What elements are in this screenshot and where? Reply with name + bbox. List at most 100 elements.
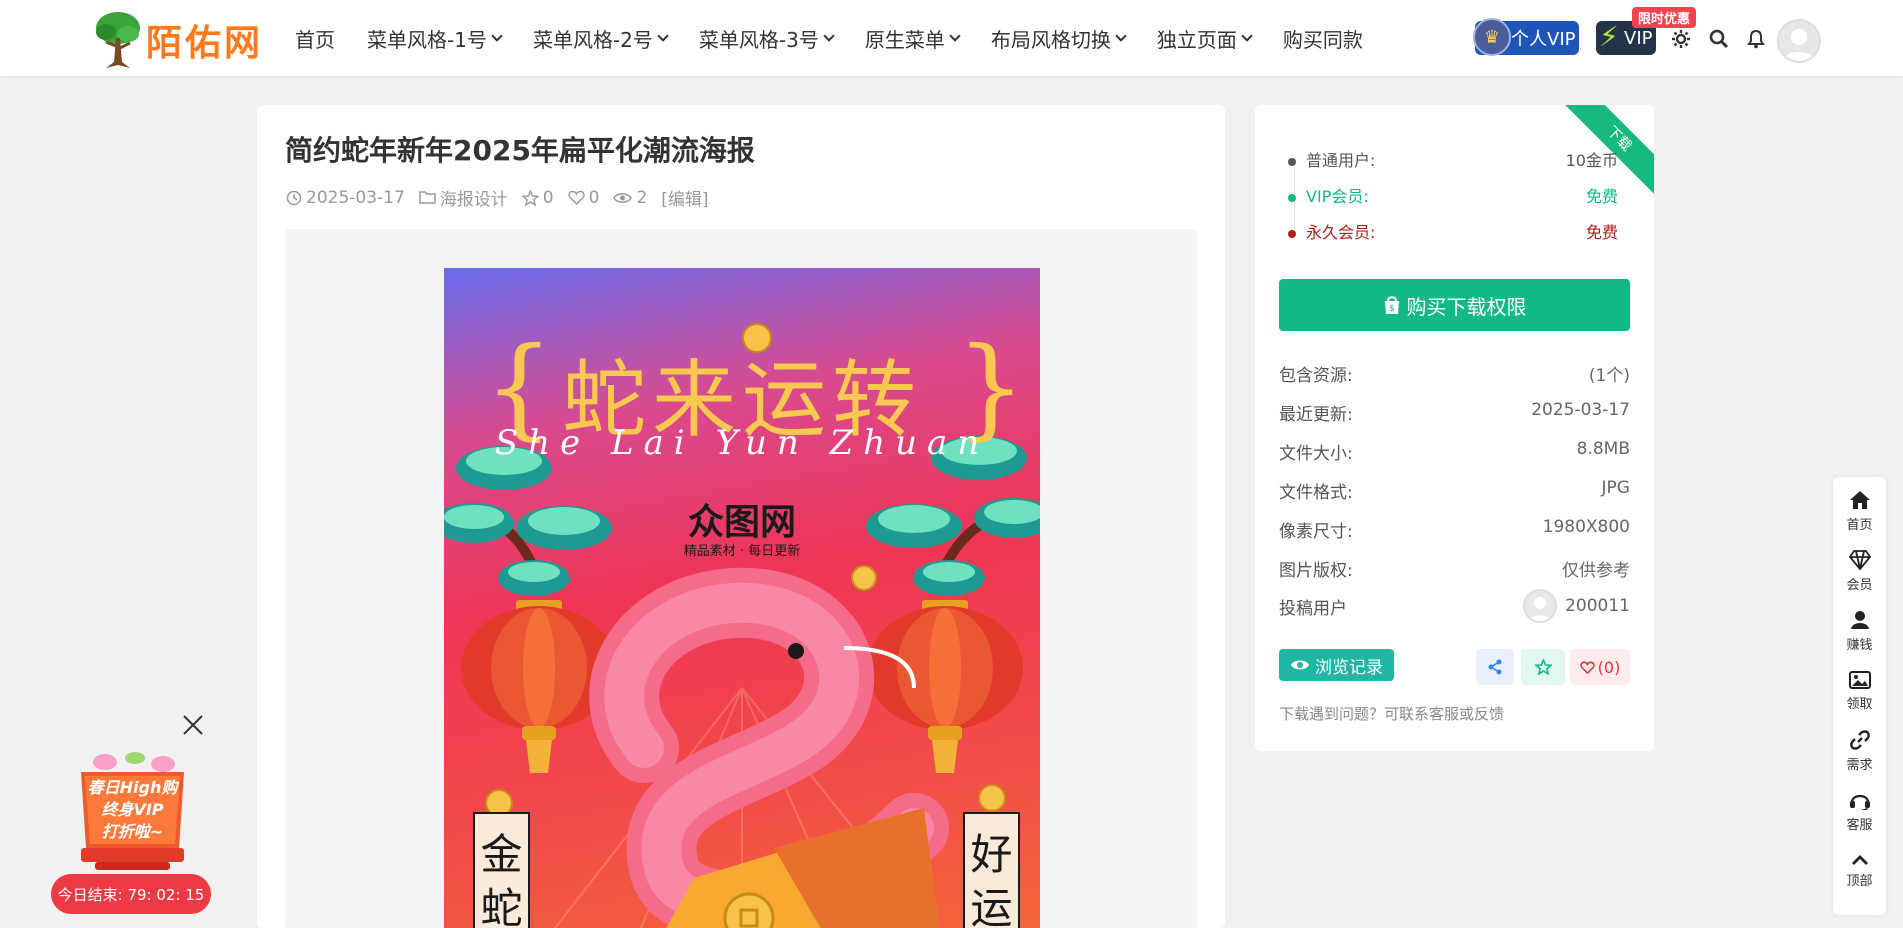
promo-line-3: 打折啦~ [101, 822, 164, 841]
nav-item-standalone-pages[interactable]: 独立页面 [1157, 24, 1253, 53]
star-icon [1534, 659, 1552, 675]
post-date: 2025-03-17 [286, 188, 405, 208]
dot-icon [1288, 193, 1296, 202]
eye-icon [1291, 660, 1309, 670]
float-label: 客服 [1846, 817, 1873, 833]
nav-item-home[interactable]: 首页 [295, 24, 335, 53]
post-category-text: 海报设计 [439, 190, 508, 210]
poster-left-banner: 金蛇 [480, 830, 523, 928]
eye-icon [613, 192, 633, 203]
nav-item-native-menu[interactable]: 原生菜单 [864, 24, 961, 53]
uploader-link[interactable]: 200011 [1523, 589, 1630, 623]
float-earn-button[interactable]: 赚钱 [1833, 602, 1886, 660]
bell-icon[interactable] [1745, 28, 1767, 50]
like-button[interactable]: (0) [1570, 649, 1630, 685]
chevron-down-icon [491, 29, 503, 42]
browse-history-label: 浏览记录 [1315, 657, 1383, 678]
edit-link[interactable]: [编辑] [661, 185, 708, 210]
info-row-uploader: 投稿用户 200011 [1279, 589, 1630, 623]
download-card: 下载 普通用户: 10金币 VIP会员: 免费 永久会员: 免费 $ 购买下载权… [1255, 105, 1654, 751]
post-stars-count: 0 [542, 187, 554, 208]
float-claim-button[interactable]: 领取 [1833, 662, 1886, 720]
theme-toggle-icon[interactable] [1670, 28, 1692, 50]
dot-icon [1288, 229, 1296, 238]
chevron-up-icon [1851, 854, 1868, 865]
article-card: 简约蛇年新年2025年扁平化潮流海报 2025-03-17 海报设计 0 0 2… [257, 105, 1225, 928]
post-stars[interactable]: 0 [521, 187, 554, 208]
nav-label: 菜单风格-1号 [367, 27, 487, 52]
price-label-normal: 普通用户: [1288, 147, 1375, 171]
share-button[interactable] [1476, 649, 1514, 685]
info-row-resources: 包含资源: (1个) [1279, 361, 1630, 386]
nav-item-buy-same[interactable]: 购买同款 [1283, 24, 1363, 53]
info-label: 最近更新: [1279, 405, 1353, 425]
info-value: (1个) [1588, 366, 1630, 386]
search-icon[interactable] [1708, 28, 1730, 50]
heart-icon [1579, 661, 1595, 674]
promo-countdown[interactable]: 今日结束: 79: 02: 15 [51, 874, 211, 914]
info-row-updated: 最近更新: 2025-03-17 [1279, 400, 1630, 425]
post-category[interactable]: 海报设计 [419, 185, 508, 210]
personal-vip-label: 个人VIP [1511, 29, 1576, 50]
float-home-button[interactable]: 首页 [1833, 482, 1886, 540]
float-label: 首页 [1846, 517, 1873, 533]
post-likes-count: 0 [588, 187, 600, 208]
favorite-button[interactable] [1521, 649, 1565, 685]
post-views-count: 2 [636, 187, 648, 208]
chevron-down-icon [823, 29, 835, 42]
like-count: (0) [1597, 657, 1621, 677]
info-row-copyright: 图片版权: 仅供参考 [1279, 556, 1630, 581]
promo-line-2: 终身VIP [101, 800, 164, 819]
image-icon [1848, 670, 1871, 689]
browse-history-button[interactable]: 浏览记录 [1279, 649, 1394, 681]
price-row-normal: 普通用户: 10金币 [1288, 147, 1618, 171]
nav-item-menu-style-1[interactable]: 菜单风格-1号 [367, 24, 503, 53]
info-value: 仅供参考 [1562, 561, 1630, 581]
float-vip-button[interactable]: 会员 [1833, 542, 1886, 600]
info-label: 文件格式: [1279, 483, 1353, 503]
price-value-normal: 10金币 [1565, 151, 1618, 170]
nav-label: 购买同款 [1282, 27, 1363, 52]
price-label-lifetime: 永久会员: [1288, 219, 1375, 243]
shopping-bag-icon: $ [1384, 296, 1399, 314]
info-label: 投稿用户 [1279, 598, 1347, 619]
promo-close-icon[interactable] [180, 712, 206, 738]
info-value: 8.8MB [1576, 439, 1630, 459]
right-float-toolbar: 首页 会员 赚钱 领取 需求 客服 顶部 [1833, 477, 1886, 915]
price-value-lifetime: 免费 [1585, 223, 1618, 242]
headset-icon [1849, 794, 1870, 810]
float-request-button[interactable]: 需求 [1833, 722, 1886, 780]
personal-vip-button[interactable]: ♛ 个人VIP [1473, 18, 1579, 56]
svg-text:$: $ [1389, 304, 1395, 314]
post-likes[interactable]: 0 [568, 187, 600, 208]
limited-offer-badge: 限时优惠 [1632, 7, 1697, 28]
poster-image[interactable]: 蛇来运转 { } She Lai Yun Zhuan 众图网 精品素材 · 每日… [444, 268, 1040, 928]
nav-item-menu-style-2[interactable]: 菜单风格-2号 [533, 24, 669, 53]
lightning-icon: ⚡ [1599, 20, 1619, 53]
default-avatar-icon [1783, 29, 1815, 61]
info-row-file-size: 文件大小: 8.8MB [1279, 439, 1630, 464]
price-value-vip: 免费 [1585, 187, 1618, 206]
float-label: 会员 [1846, 577, 1873, 593]
main-nav: 首页 菜单风格-1号 菜单风格-2号 菜单风格-3号 原生菜单 布局风格切换 独… [295, 0, 1395, 76]
float-top-button[interactable]: 顶部 [1833, 842, 1886, 900]
chevron-down-icon [1115, 29, 1127, 42]
site-logo[interactable]: 陌佑网 [92, 10, 272, 70]
post-views: 2 [613, 188, 647, 208]
download-help-text[interactable]: 下载遇到问题？可联系客服或反馈 [1279, 703, 1504, 724]
poster-right-banner: 好运 [970, 830, 1013, 928]
nav-label: 原生菜单 [864, 27, 945, 52]
info-label: 图片版权: [1279, 561, 1353, 581]
buy-download-button[interactable]: $ 购买下载权限 [1279, 279, 1630, 331]
tree-logo-icon [96, 12, 140, 68]
nav-item-layout-switch[interactable]: 布局风格切换 [991, 24, 1127, 53]
price-row-lifetime: 永久会员: 免费 [1288, 219, 1618, 243]
float-label: 需求 [1846, 757, 1873, 773]
diamond-icon [1848, 549, 1871, 570]
promo-badge[interactable]: 春日High购 终身VIP 打折啦~ [75, 752, 190, 870]
top-header: 陌佑网 首页 菜单风格-1号 菜单风格-2号 菜单风格-3号 原生菜单 布局风格… [0, 0, 1903, 76]
user-avatar[interactable] [1777, 19, 1821, 63]
chevron-down-icon [949, 29, 961, 42]
float-support-button[interactable]: 客服 [1833, 782, 1886, 840]
nav-item-menu-style-3[interactable]: 菜单风格-3号 [699, 24, 835, 53]
